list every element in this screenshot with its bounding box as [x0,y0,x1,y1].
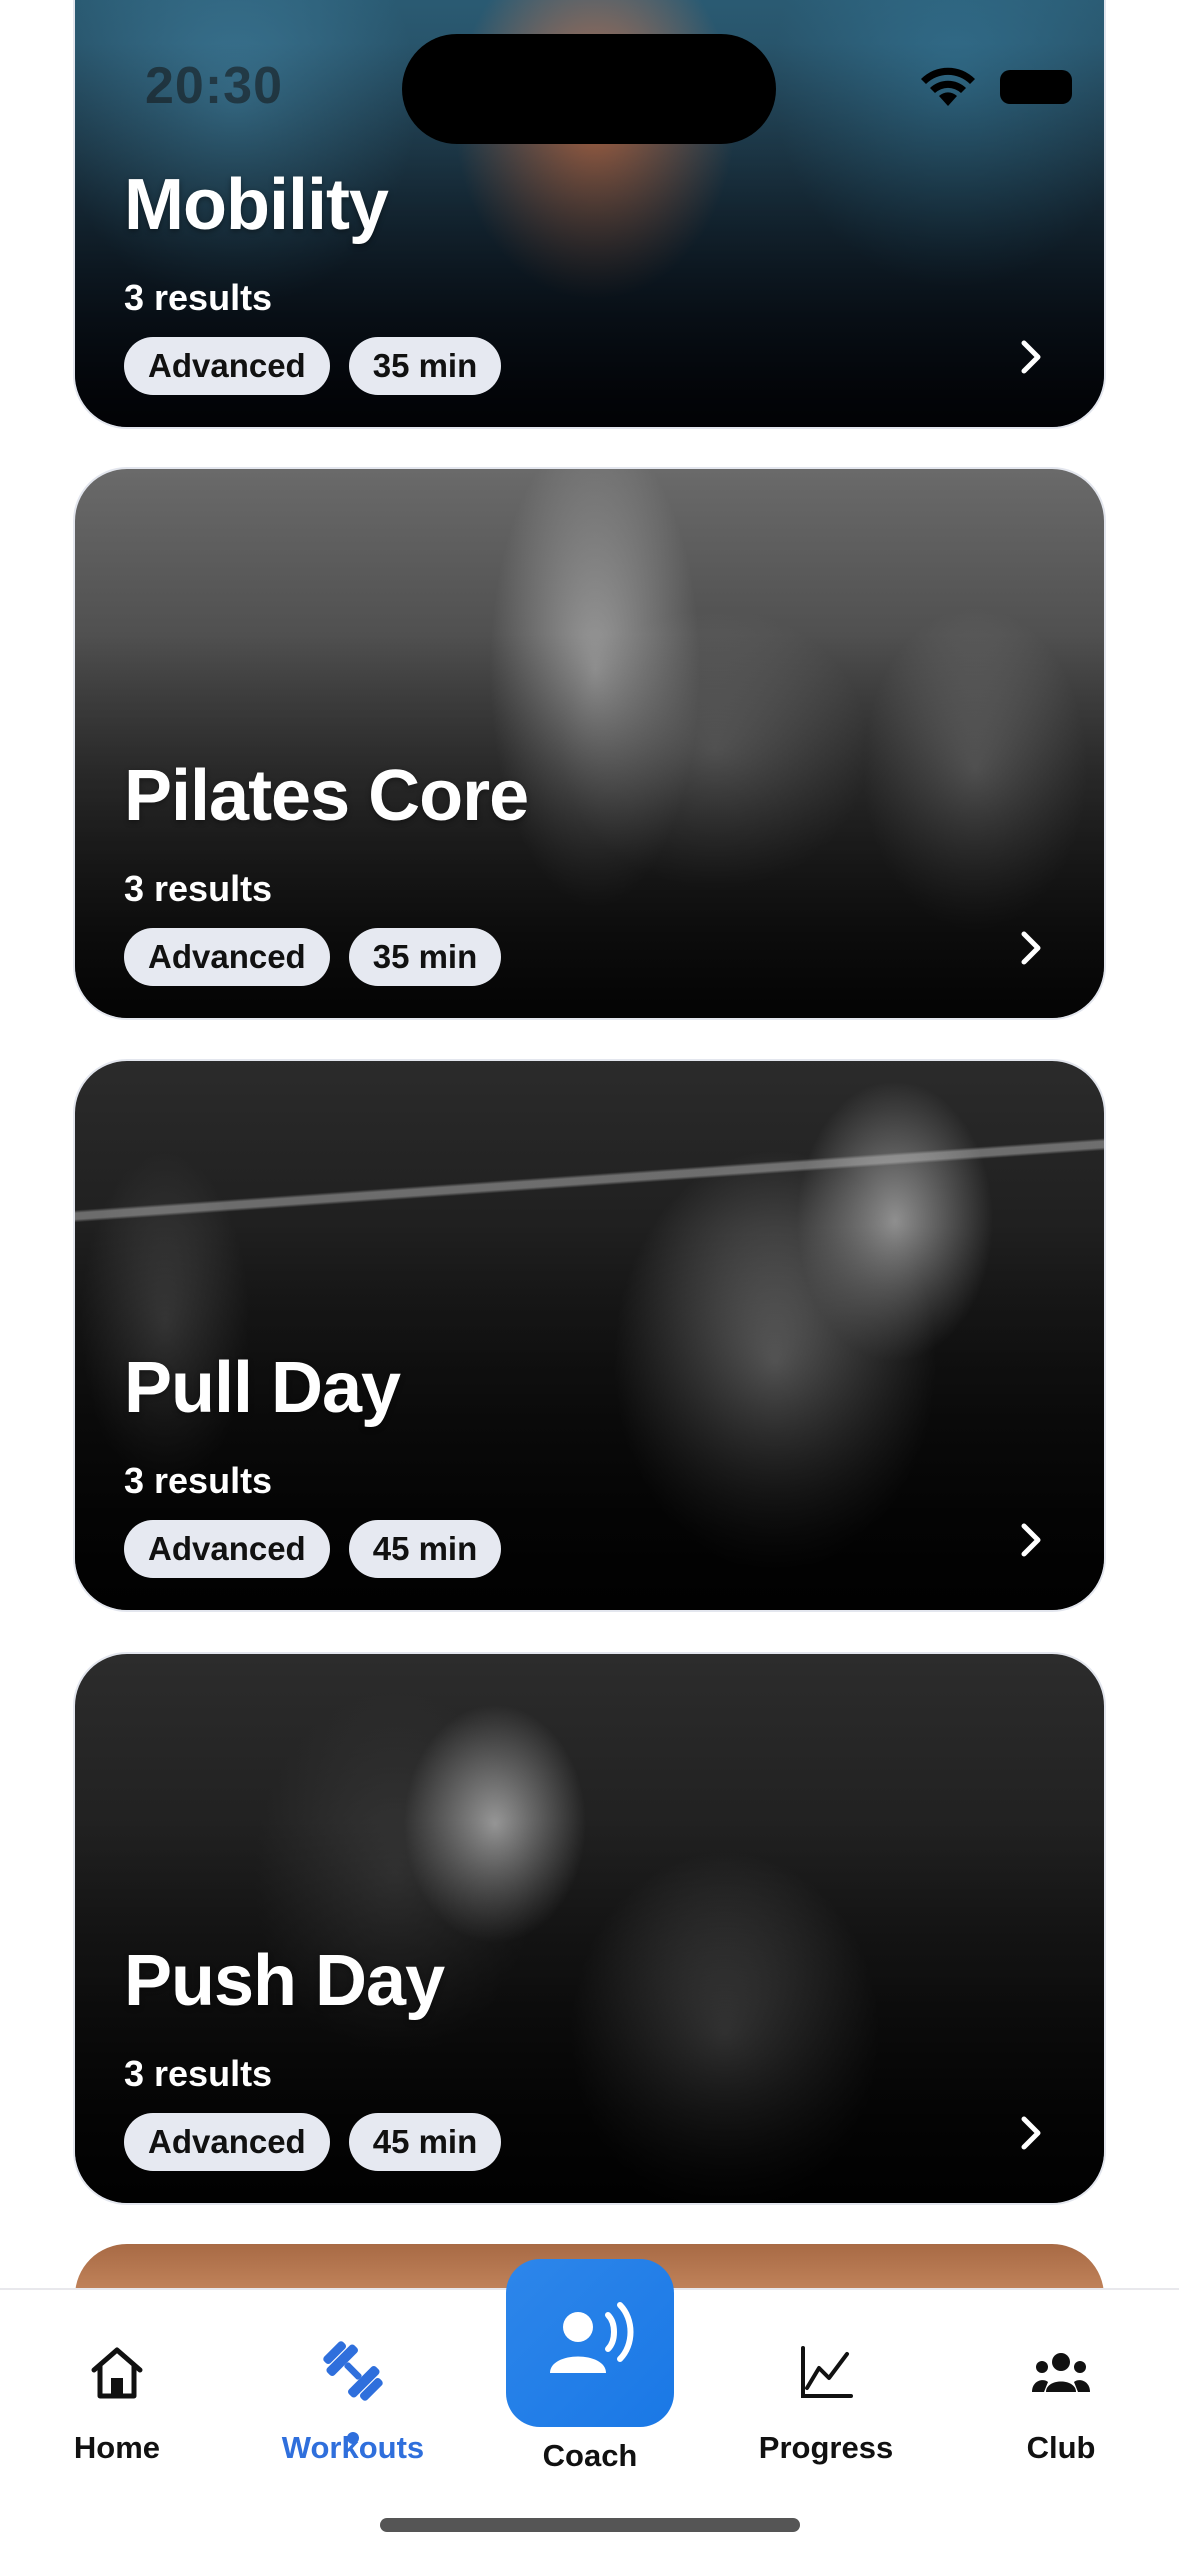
workout-card[interactable]: Pull Day 3 results Advanced 45 min [75,1061,1104,1610]
card-result-count: 3 results [124,2053,273,2094]
level-chip: Advanced [124,337,330,395]
card-content: Pull Day 3 results Advanced 45 min [124,1348,502,1578]
chevron-right-icon [1021,2116,1041,2150]
card-result-count: 3 results [124,277,273,318]
card-tags: Advanced 45 min [124,2113,502,2171]
card-tags: Advanced 35 min [124,928,528,986]
chevron-right-icon [1021,931,1041,965]
card-title: Pull Day [124,1348,401,1428]
card-tags: Advanced 45 min [124,1520,502,1578]
chevron-right-icon [1021,1523,1041,1557]
level-chip: Advanced [124,928,330,986]
tab-label: Club [1026,2430,1096,2465]
tab-progress[interactable]: Progress [726,2290,926,2490]
dumbbell-icon [323,2341,383,2401]
tab-label: Progress [758,2430,894,2465]
card-title: Mobility [124,165,389,245]
duration-chip: 35 min [348,928,502,986]
tab-club[interactable]: Club [961,2290,1161,2490]
level-chip: Advanced [124,2113,330,2171]
chevron-right-icon [1021,340,1041,374]
card-result-count: 3 results [124,1460,273,1501]
chart-line-icon [801,2346,853,2398]
tab-home[interactable]: Home [17,2290,217,2490]
card-content: Mobility 3 results Advanced 35 min [124,165,502,395]
card-content: Push Day 3 results Advanced 45 min [124,1941,502,2171]
coach-label: Coach [542,2438,638,2473]
coach-button[interactable] [506,2259,674,2427]
group-icon [1032,2353,1090,2392]
card-content: Pilates Core 3 results Advanced 35 min [124,756,529,986]
card-tags: Advanced 35 min [124,337,502,395]
card-result-count: 3 results [124,868,273,909]
card-title: Pilates Core [124,756,529,836]
home-indicator [380,2518,800,2532]
card-title: Push Day [124,1941,445,2021]
duration-chip: 45 min [348,2113,502,2171]
level-chip: Advanced [124,1520,330,1578]
home-icon [91,2347,143,2399]
active-indicator [347,2432,359,2444]
workout-card[interactable]: Pilates Core 3 results Advanced 35 min [75,469,1104,1018]
tab-workouts[interactable]: Workouts [253,2290,453,2490]
workout-card[interactable]: Push Day 3 results Advanced 45 min [75,1654,1104,2203]
tab-label: Home [73,2430,161,2465]
duration-chip: 45 min [348,1520,502,1578]
voice-coach-icon [550,2302,634,2373]
workout-card[interactable]: Mobility 3 results Advanced 35 min [75,0,1104,427]
duration-chip: 35 min [348,337,502,395]
